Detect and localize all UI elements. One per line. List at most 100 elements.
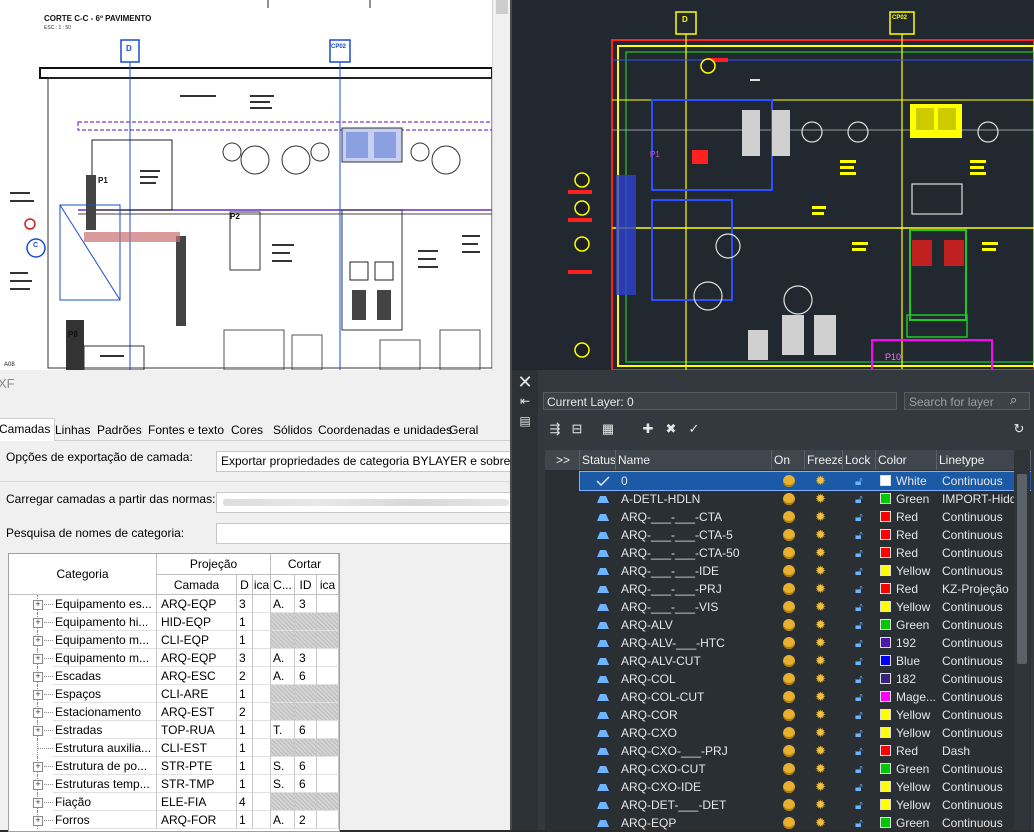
column-on[interactable]: On <box>772 450 805 470</box>
cut-layer-cell[interactable] <box>271 685 295 703</box>
layer-linetype[interactable]: Continuous <box>942 598 1003 616</box>
layer-name-cell[interactable]: TOP-RUA <box>157 721 237 739</box>
lightbulb-icon[interactable] <box>783 493 795 505</box>
header-camada-corte[interactable]: C... <box>271 575 295 595</box>
layer-name[interactable]: A-DETL-HDLN <box>621 490 700 508</box>
cut-color-cell[interactable] <box>317 757 339 775</box>
sun-icon[interactable]: ✹ <box>815 473 826 489</box>
tab-fontes-texto[interactable]: Fontes e texto <box>148 422 224 439</box>
scrollbar-thumb[interactable] <box>1017 474 1027 664</box>
layer-row[interactable]: ARQ-COR ✹ 🔓︎ Yellow Continuous <box>580 706 1031 724</box>
layer-row[interactable]: ARQ-ALV-CUT ✹ 🔓︎ Blue Continuous <box>580 652 1031 670</box>
cut-layer-cell[interactable] <box>271 703 295 721</box>
cut-layer-cell[interactable]: A. <box>271 667 295 685</box>
color-cell[interactable] <box>253 793 271 811</box>
layer-row[interactable]: ARQ-CXO-___-PRJ ✹ 🔓︎ Red Dash <box>580 742 1031 760</box>
layer-name-cell[interactable]: CLI-ARE <box>157 685 237 703</box>
id-cell[interactable]: 1 <box>237 685 253 703</box>
color-cell[interactable] <box>253 613 271 631</box>
expand-icon[interactable]: + <box>33 690 43 700</box>
unlock-icon[interactable]: 🔓︎ <box>855 760 863 778</box>
id-cell[interactable]: 1 <box>237 613 253 631</box>
layer-properties-icon[interactable]: ⊟ <box>567 420 587 438</box>
layer-name[interactable]: ARQ-CXO-IDE <box>621 778 701 796</box>
cut-id-cell[interactable]: 3 <box>295 649 317 667</box>
category-name[interactable]: Forros <box>53 811 157 829</box>
expand-filters-button[interactable]: >> <box>545 450 580 470</box>
color-swatch[interactable] <box>880 619 891 630</box>
set-current-layer-icon[interactable]: ✓ <box>684 420 704 438</box>
layer-color-name[interactable]: Red <box>896 526 918 544</box>
sun-icon[interactable]: ✹ <box>815 635 826 651</box>
lightbulb-icon[interactable] <box>783 547 795 559</box>
sun-icon[interactable]: ✹ <box>815 707 826 723</box>
category-name[interactable]: Estrutura de po... <box>53 757 157 775</box>
cut-color-cell[interactable] <box>317 811 339 829</box>
layer-name-cell[interactable]: ARQ-EST <box>157 703 237 721</box>
layer-color-name[interactable]: Green <box>896 616 929 634</box>
layer-name[interactable]: ARQ-___-___-CTA-5 <box>621 526 733 544</box>
lightbulb-icon[interactable] <box>783 781 795 793</box>
layer-color-name[interactable]: Red <box>896 508 918 526</box>
layer-linetype[interactable]: Continuous <box>942 652 1003 670</box>
cut-color-cell[interactable] <box>317 613 339 631</box>
unlock-icon[interactable]: 🔓︎ <box>855 706 863 724</box>
layer-row[interactable]: ARQ-EQP ✹ 🔓︎ Green Continuous <box>580 814 1031 830</box>
id-cell[interactable]: 1 <box>237 721 253 739</box>
close-icon[interactable]: ✕ <box>512 372 538 393</box>
cut-id-cell[interactable]: 6 <box>295 667 317 685</box>
layer-name[interactable]: ARQ-COR <box>621 706 678 724</box>
layer-row[interactable]: ARQ-ALV ✹ 🔓︎ Green Continuous <box>580 616 1031 634</box>
expand-icon[interactable]: + <box>33 672 43 682</box>
layer-name[interactable]: ARQ-COL-CUT <box>621 688 704 706</box>
expand-icon[interactable]: + <box>33 762 43 772</box>
table-row[interactable]: + Estacionamento ARQ-EST 2 <box>9 703 339 721</box>
sun-icon[interactable]: ✹ <box>815 725 826 741</box>
sun-icon[interactable]: ✹ <box>815 797 826 813</box>
color-swatch[interactable] <box>880 799 891 810</box>
cut-id-cell[interactable]: 6 <box>295 721 317 739</box>
color-cell[interactable] <box>253 685 271 703</box>
layer-name-cell[interactable]: ARQ-EQP <box>157 649 237 667</box>
sun-icon[interactable]: ✹ <box>815 581 826 597</box>
layer-name[interactable]: ARQ-CXO <box>621 724 677 742</box>
category-name[interactable]: Estrutura auxilia... <box>53 739 157 757</box>
layer-row[interactable]: ARQ-___-___-PRJ ✹ 🔓︎ Red KZ-Projeção <box>580 580 1031 598</box>
layer-name[interactable]: ARQ-DET-___-DET <box>621 796 726 814</box>
layer-name-cell[interactable]: ARQ-EQP <box>157 595 237 613</box>
layer-name[interactable]: ARQ-ALV-___-HTC <box>621 634 725 652</box>
layer-color-name[interactable]: Yellow <box>896 796 930 814</box>
cut-layer-cell[interactable] <box>271 739 295 757</box>
color-swatch[interactable] <box>880 547 891 558</box>
expand-icon[interactable]: + <box>33 780 43 790</box>
table-row[interactable]: + Equipamento es... ARQ-EQP 3 A. 3 <box>9 595 339 613</box>
layer-linetype[interactable]: Continuous <box>942 760 1003 778</box>
layer-row[interactable]: ARQ-ALV-___-HTC ✹ 🔓︎ 192 Continuous <box>580 634 1031 652</box>
cut-layer-cell[interactable]: S. <box>271 775 295 793</box>
drawing-view-right[interactable]: D CP02 P1 P10 <box>512 0 1034 370</box>
header-cor[interactable]: ica <box>253 575 271 595</box>
color-cell[interactable] <box>253 739 271 757</box>
layer-name-cell[interactable]: HID-EQP <box>157 613 237 631</box>
layer-color-name[interactable]: White <box>896 472 927 490</box>
sun-icon[interactable]: ✹ <box>815 671 826 687</box>
unlock-icon[interactable]: 🔓︎ <box>855 742 863 760</box>
cut-id-cell[interactable] <box>295 685 317 703</box>
cut-layer-cell[interactable] <box>271 613 295 631</box>
cut-id-cell[interactable]: 6 <box>295 775 317 793</box>
layer-row[interactable]: A-DETL-HDLN ✹ 🔓︎ Green IMPORT-Hidden <box>580 490 1031 508</box>
cut-color-cell[interactable] <box>317 721 339 739</box>
layer-row[interactable]: ARQ-___-___-CTA ✹ 🔓︎ Red Continuous <box>580 508 1031 526</box>
color-cell[interactable] <box>253 775 271 793</box>
sun-icon[interactable]: ✹ <box>815 743 826 759</box>
color-swatch[interactable] <box>880 601 891 612</box>
layer-color-name[interactable]: Yellow <box>896 724 930 742</box>
layer-color-name[interactable]: Blue <box>896 652 920 670</box>
category-name[interactable]: Estradas <box>53 721 157 739</box>
unlock-icon[interactable]: 🔓︎ <box>855 580 863 598</box>
tab-cores[interactable]: Cores <box>231 422 263 439</box>
cut-color-cell[interactable] <box>317 649 339 667</box>
id-cell[interactable]: 2 <box>237 667 253 685</box>
layer-linetype[interactable]: Dash <box>942 742 970 760</box>
unlock-icon[interactable]: 🔓︎ <box>855 616 863 634</box>
